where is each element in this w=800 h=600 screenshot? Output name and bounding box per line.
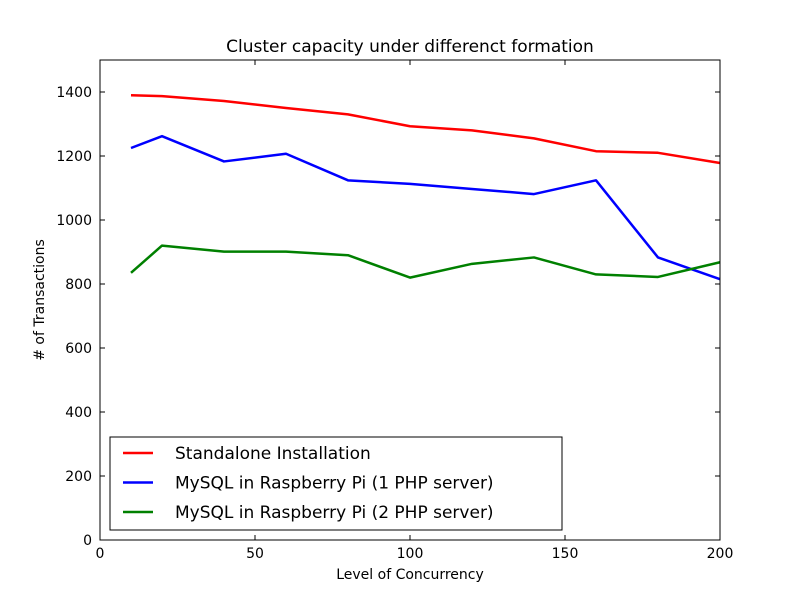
y-tick-label: 200 [65,469,92,485]
series-layer [130,93,721,281]
x-tick-label: 50 [246,546,264,562]
y-tick-label: 400 [65,405,92,421]
x-tick-label: 100 [397,546,424,562]
y-tick-label: 0 [83,533,92,549]
x-axis-label: Level of Concurrency [336,567,484,583]
y-tick-label: 1400 [56,85,92,101]
y-tick-label: 800 [65,277,92,293]
y-axis-label: # of Transactions [32,239,48,361]
series-line-1 [130,134,721,281]
series-line-0 [130,93,721,165]
line-chart: Cluster capacity under differenct format… [32,37,734,583]
legend-label-1: MySQL in Raspberry Pi (1 PHP server) [175,474,494,494]
legend-label-0: Standalone Installation [175,444,371,464]
series-line-2 [130,244,721,279]
legend: Standalone Installation MySQL in Raspberr… [109,436,563,531]
x-tick-label: 200 [707,546,734,562]
x-tick-label: 150 [552,546,579,562]
y-tick-label: 1000 [56,213,92,229]
legend-label-2: MySQL in Raspberry Pi (2 PHP server) [175,503,494,523]
y-tick-label: 600 [65,341,92,357]
y-tick-label: 1200 [56,149,92,165]
x-tick-label: 0 [96,546,105,562]
chart-title: Cluster capacity under differenct format… [226,37,594,57]
